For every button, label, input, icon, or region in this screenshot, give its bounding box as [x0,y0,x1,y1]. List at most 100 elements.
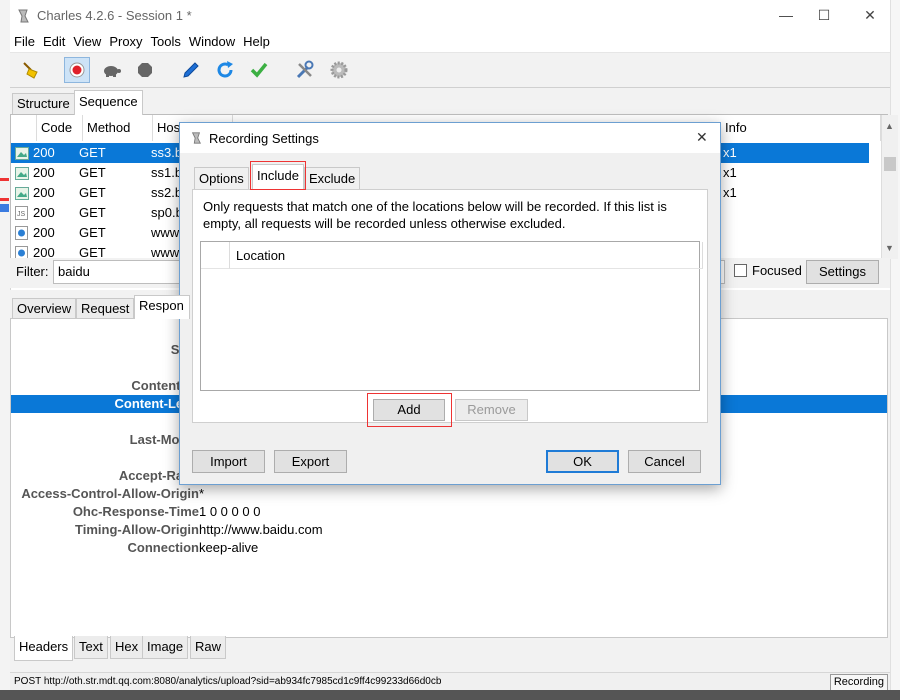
header-key: Timing-Allow-Origin [75,522,199,537]
dialog-close-button[interactable]: ✕ [696,129,708,146]
include-description: Only requests that match one of the loca… [203,199,667,231]
tab-response[interactable]: Respon [134,295,190,319]
header-value: http://www.baidu.com [199,522,323,537]
header-value: 1 0 0 0 0 0 [199,504,261,519]
tools-icon[interactable] [292,57,318,83]
recording-settings-dialog: Recording Settings ✕ Options Include Exc… [179,122,721,485]
check-icon[interactable] [246,57,272,83]
background-blue-mark [0,204,9,212]
dialog-title-bar: Recording Settings ✕ [180,123,720,153]
location-list[interactable]: Location [200,241,703,391]
table-scrollbar[interactable]: ▲ ▼ [881,115,898,259]
background-red-mark [0,198,9,201]
cell-code: 200 [33,185,55,200]
ok-button[interactable]: OK [546,450,619,473]
table-header-code[interactable]: Code [37,115,83,141]
refresh-icon[interactable] [212,57,238,83]
cell-code: 200 [33,245,55,259]
header-row[interactable]: Ohc-Response-Time 1 0 0 0 0 0 [11,503,887,521]
svg-text:JS: JS [17,211,26,218]
tab-headers[interactable]: Headers [14,636,74,661]
cell-host: www. [151,245,181,259]
location-list-checkbox-column [201,242,230,269]
tab-text[interactable]: Text [74,636,108,659]
cell-method: GET [79,225,106,240]
charles-logo-icon [190,131,202,148]
cell-info: x1 [723,185,737,200]
charles-logo-icon [16,8,30,27]
menu-bar: File Edit View Proxy Tools Window Help [10,32,890,53]
status-text: POST http://oth.str.mdt.qq.com:8080/anal… [14,676,442,687]
cell-code: 200 [33,205,55,220]
menu-edit[interactable]: Edit [39,32,69,49]
minimize-button[interactable]: — [766,4,806,28]
cell-code: 200 [33,225,55,240]
cell-host: sp0.b [151,205,181,220]
menu-tools[interactable]: Tools [147,32,185,49]
menu-view[interactable]: View [69,32,105,49]
tab-raw[interactable]: Raw [190,636,227,659]
cell-code: 200 [33,165,55,180]
header-key: Ohc-Response-Time [72,504,199,519]
header-row[interactable]: Timing-Allow-Origin http://www.baidu.com [11,521,887,539]
tab-exclude[interactable]: Exclude [304,167,361,190]
close-button[interactable]: ✕ [850,4,890,28]
tab-sequence[interactable]: Sequence [74,90,143,115]
cell-host: ss1.b [151,165,181,180]
cell-method: GET [79,245,106,259]
broom-icon[interactable] [18,57,44,83]
table-header-method[interactable]: Method [83,115,153,141]
cell-method: GET [79,185,106,200]
location-column-header[interactable]: Location [230,242,703,269]
menu-help[interactable]: Help [239,32,274,49]
cell-host: ss2.b [151,185,181,200]
remove-button[interactable]: Remove [455,399,528,421]
tab-structure[interactable]: Structure [12,93,75,114]
cell-method: GET [79,145,106,160]
tab-overview[interactable]: Overview [12,298,77,319]
table-header-info[interactable]: Info [721,115,881,141]
export-button[interactable]: Export [274,450,347,473]
header-row[interactable]: Connection keep-alive [11,539,887,557]
header-value: keep-alive [199,540,259,555]
record-icon[interactable] [64,57,90,83]
gear-icon[interactable] [326,57,352,83]
focused-checkbox[interactable] [734,264,747,277]
maximize-button[interactable]: ☐ [804,4,844,28]
recording-badge[interactable]: Recording [829,674,888,691]
menu-window[interactable]: Window [185,32,239,49]
import-button[interactable]: Import [192,450,265,473]
dialog-title: Recording Settings [209,131,319,146]
pen-icon[interactable] [178,57,204,83]
scroll-thumb[interactable] [884,157,896,171]
turtle-icon[interactable] [98,57,124,83]
scroll-down-icon[interactable]: ▼ [885,243,894,253]
cell-host: ss3.b [151,145,181,160]
settings-button[interactable]: Settings [806,260,879,284]
header-row[interactable]: Access-Control-Allow-Origin * [11,485,887,503]
menu-proxy[interactable]: Proxy [105,32,146,49]
toolbar [10,53,890,88]
cell-info: x1 [723,165,737,180]
cell-info: x1 [723,145,737,160]
stop-icon[interactable] [132,57,158,83]
focused-label: Focused [752,263,802,278]
tab-image[interactable]: Image [142,636,189,659]
cell-host: www. [151,225,181,240]
tab-hex[interactable]: Hex [110,636,144,659]
tab-options[interactable]: Options [194,167,249,190]
background-red-mark [0,178,9,181]
status-bar: POST http://oth.str.mdt.qq.com:8080/anal… [10,672,890,691]
tab-request[interactable]: Request [76,298,135,319]
header-key: Access-Control-Allow-Origin [21,486,199,501]
menu-file[interactable]: File [10,32,39,49]
header-value: * [199,486,205,501]
cell-method: GET [79,165,106,180]
table-header-icon [11,115,37,141]
background-window-right [890,0,900,700]
cancel-button[interactable]: Cancel [628,450,701,473]
bottom-tabs: Headers Text Hex Image Raw [10,636,890,661]
include-tab-highlight [250,161,306,190]
filter-label: Filter: [16,264,49,279]
scroll-up-icon[interactable]: ▲ [885,121,894,131]
